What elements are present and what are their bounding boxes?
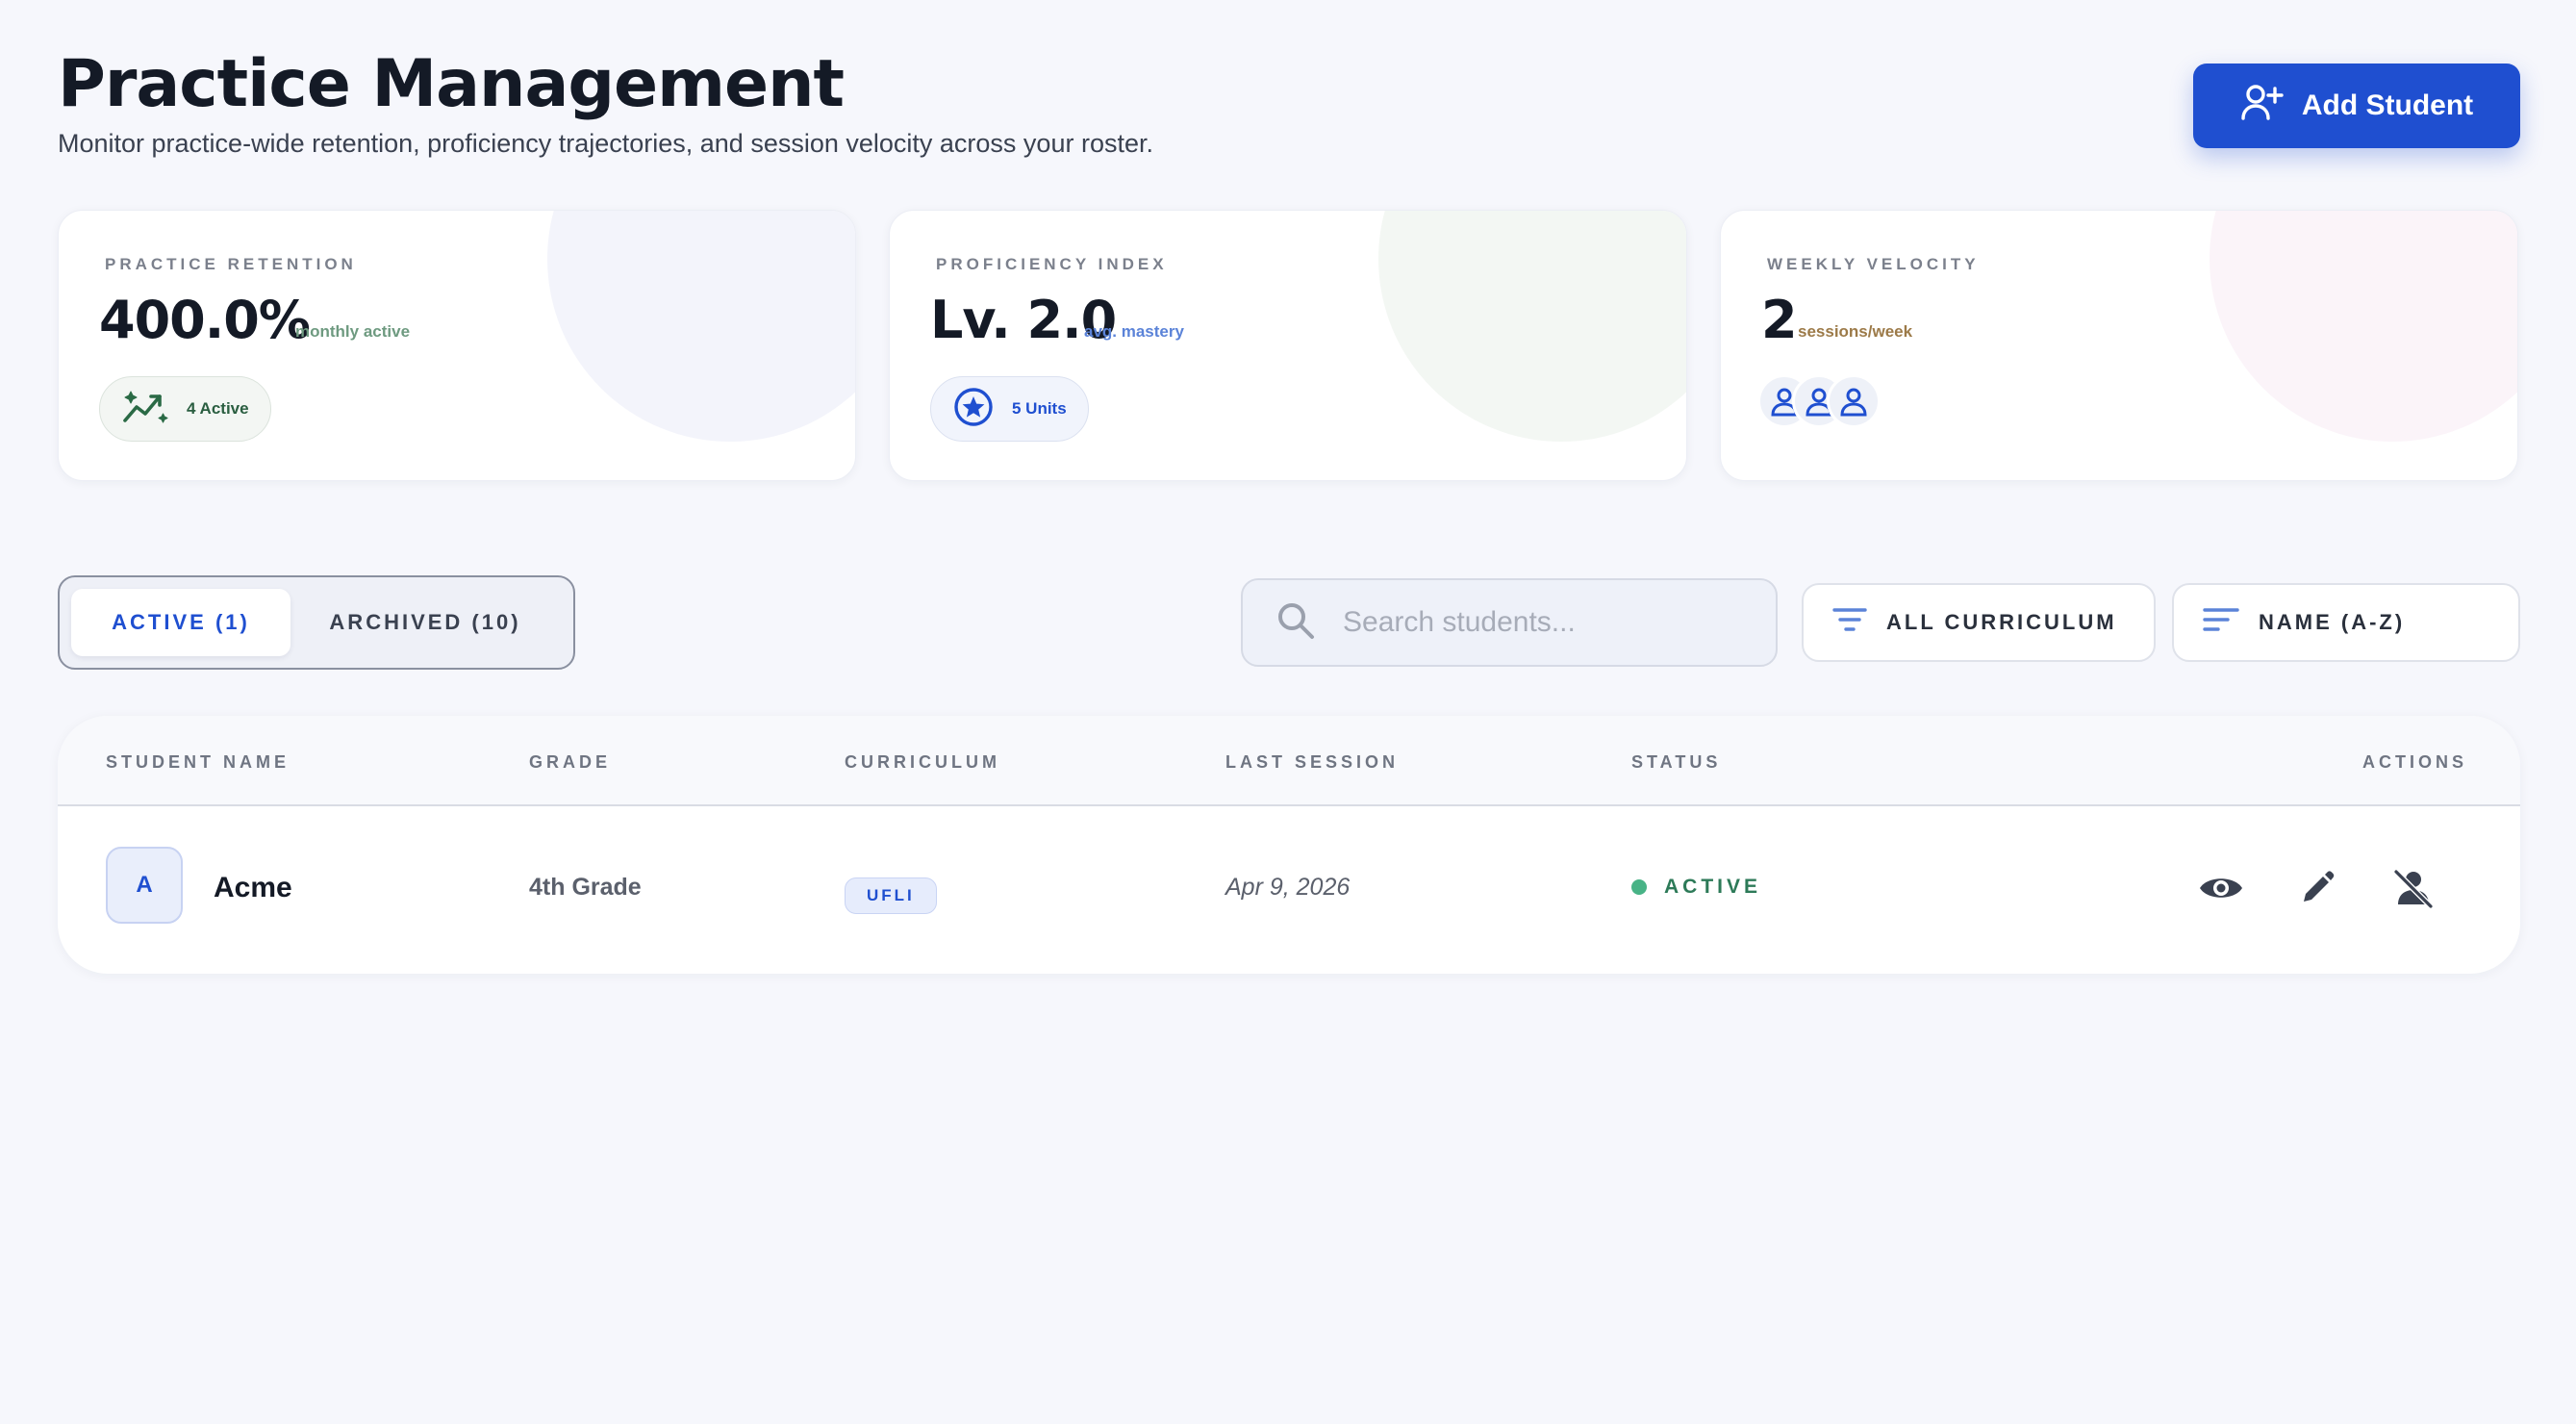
search-input[interactable]	[1341, 605, 1745, 640]
students-table: STUDENT NAME GRADE CURRICULUM LAST SESSI…	[58, 716, 2520, 974]
stat-badge-label: 5 Units	[1012, 399, 1067, 418]
trending-up-icon	[121, 388, 169, 431]
stat-card-velocity: WEEKLY VELOCITY 2 sessions/week	[1720, 210, 2518, 481]
search-icon	[1275, 600, 1316, 646]
stat-label: PROFICIENCY INDEX	[936, 255, 1168, 273]
user-plus-icon	[2240, 83, 2285, 129]
column-header-last-session[interactable]: LAST SESSION	[1225, 752, 1399, 773]
card-decoration	[2210, 211, 2517, 442]
status-tabs: ACTIVE (1) ARCHIVED (10)	[58, 575, 575, 670]
card-decoration	[1378, 211, 1686, 442]
page-subtitle: Monitor practice-wide retention, profici…	[58, 129, 1153, 158]
search-box	[1241, 578, 1778, 667]
stat-unit: monthly active	[295, 322, 411, 341]
edit-button[interactable]	[2291, 864, 2343, 916]
curriculum-filter-label: ALL CURRICULUM	[1886, 610, 2117, 634]
stat-card-retention: PRACTICE RETENTION 400.0% monthly active…	[58, 210, 856, 481]
curriculum-badge: UFLI	[845, 877, 937, 914]
stat-label: WEEKLY VELOCITY	[1767, 255, 1980, 273]
archive-button[interactable]	[2387, 864, 2439, 916]
stat-unit: sessions/week	[1798, 322, 1913, 341]
user-off-icon	[2392, 868, 2435, 913]
table-header: STUDENT NAME GRADE CURRICULUM LAST SESSI…	[58, 716, 2520, 806]
curriculum-filter[interactable]: ALL CURRICULUM	[1802, 583, 2156, 662]
page-title: Practice Management	[58, 46, 845, 122]
status-dot	[1631, 879, 1647, 895]
stat-badge: 5 Units	[930, 376, 1089, 442]
sort-icon	[2203, 605, 2239, 640]
card-decoration	[547, 211, 855, 442]
column-header-curriculum[interactable]: CURRICULUM	[845, 752, 1000, 773]
student-name[interactable]: Acme	[214, 872, 292, 904]
stat-unit: avg. mastery	[1084, 322, 1184, 341]
add-student-label: Add Student	[2301, 89, 2474, 121]
tab-archived[interactable]: ARCHIVED (10)	[290, 589, 560, 656]
star-icon	[952, 386, 995, 433]
column-header-actions: ACTIONS	[2362, 752, 2467, 772]
table-row[interactable]: A Acme 4th Grade UFLI Apr 9, 2026 ACTIVE	[58, 808, 2520, 974]
status-badge: ACTIVE	[1631, 876, 1761, 899]
stat-badge: 4 Active	[99, 376, 271, 442]
avatar: A	[106, 847, 183, 924]
eye-icon	[2198, 872, 2244, 909]
stat-card-proficiency: PROFICIENCY INDEX Lv. 2.0 avg. mastery 5…	[889, 210, 1687, 481]
status-label: ACTIVE	[1664, 876, 1762, 898]
column-header-status[interactable]: STATUS	[1631, 752, 1721, 773]
stat-value: 2	[1761, 290, 1798, 350]
add-student-button[interactable]: Add Student	[2193, 64, 2520, 148]
view-button[interactable]	[2195, 864, 2247, 916]
student-grade: 4th Grade	[529, 874, 642, 901]
tab-active[interactable]: ACTIVE (1)	[71, 589, 290, 656]
column-header-student-name[interactable]: STUDENT NAME	[106, 752, 290, 773]
stat-value: 400.0%	[99, 290, 311, 350]
filter-icon	[1832, 605, 1867, 640]
sort-label: NAME (A-Z)	[2259, 610, 2406, 634]
stat-badge-label: 4 Active	[187, 399, 249, 418]
sort-select[interactable]: NAME (A-Z)	[2172, 583, 2520, 662]
last-session-date: Apr 9, 2026	[1225, 874, 1351, 901]
stat-label: PRACTICE RETENTION	[105, 255, 357, 273]
column-header-grade[interactable]: GRADE	[529, 752, 611, 773]
avatar-stack	[1757, 374, 1881, 428]
user-icon	[1827, 374, 1881, 428]
pencil-icon	[2298, 869, 2336, 912]
